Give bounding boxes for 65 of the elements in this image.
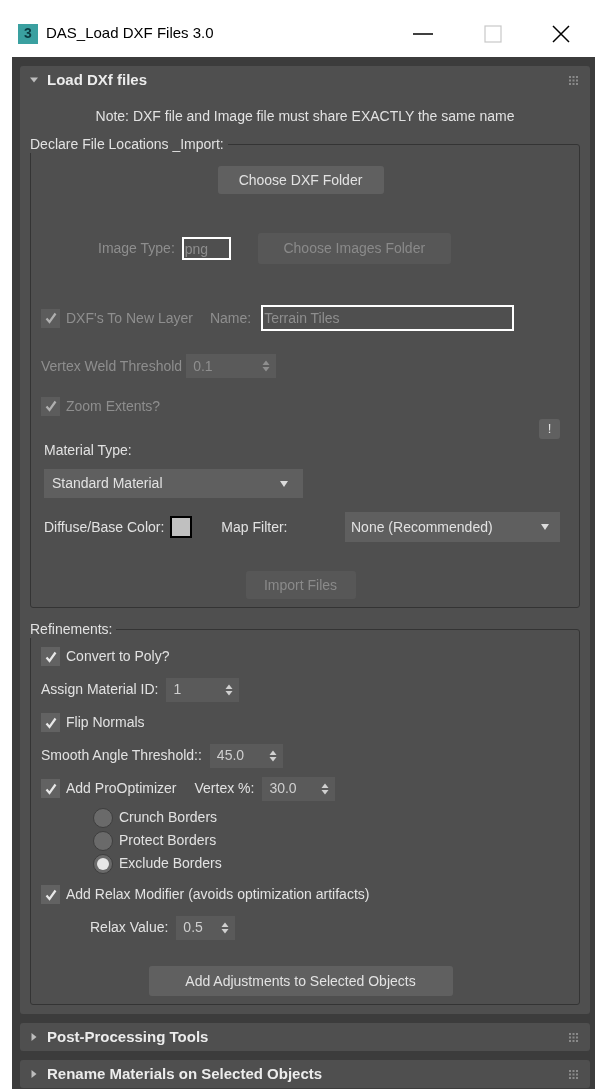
checkbox[interactable] bbox=[41, 885, 60, 904]
checkbox-label: Flip Normals bbox=[66, 713, 145, 732]
field-label: Vertex Weld Threshold bbox=[41, 356, 183, 376]
button[interactable]: Add Adjustments to Selected Objects bbox=[148, 966, 453, 996]
grip-icon[interactable] bbox=[569, 1032, 578, 1042]
grip-icon[interactable] bbox=[569, 1069, 578, 1079]
field-label: Vertex %: bbox=[194, 779, 255, 798]
spinner-field[interactable]: 0.5 bbox=[176, 915, 236, 940]
check-icon bbox=[44, 650, 57, 663]
checkbox[interactable] bbox=[41, 713, 60, 732]
rollout-title[interactable]: Load DXf files bbox=[47, 68, 147, 92]
checkbox-label: Add ProOptimizer bbox=[66, 779, 177, 798]
button[interactable]: Choose DXF Folder bbox=[217, 166, 384, 194]
close-icon[interactable] bbox=[551, 23, 571, 44]
check-icon bbox=[44, 888, 57, 901]
checkbox-label: Add Relax Modifier (avoids optimization artifacts) bbox=[66, 885, 370, 904]
caret-icon bbox=[279, 479, 289, 488]
radio-label: Protect Borders bbox=[119, 831, 217, 850]
field-label: Relax Value: bbox=[90, 918, 169, 937]
check-icon bbox=[44, 312, 57, 324]
checkbox-label: Convert to Poly? bbox=[66, 647, 170, 666]
image-type-field: png bbox=[181, 237, 231, 260]
window-title: DAS_Load DXF Files 3.0 bbox=[46, 23, 214, 44]
caret-icon bbox=[540, 523, 550, 531]
checkbox-label: Zoom Extents? bbox=[66, 396, 161, 416]
layer-name-field: Terrain Tiles bbox=[261, 305, 515, 331]
spinner-arrows-icon[interactable] bbox=[268, 749, 277, 762]
checkbox[interactable] bbox=[41, 647, 60, 666]
field-label: Name: bbox=[209, 308, 252, 328]
expand-arrow-icon[interactable] bbox=[30, 1033, 38, 1041]
spinner-field[interactable]: 30.0 bbox=[262, 776, 336, 801]
spinner-field[interactable]: 1 bbox=[166, 677, 240, 702]
field-label: Assign Material ID: bbox=[41, 680, 159, 699]
group-title: Declare File Locations _Import: bbox=[27, 135, 228, 153]
grip-icon[interactable] bbox=[569, 75, 578, 85]
field-label: Image Type: bbox=[98, 239, 175, 258]
expand-arrow-icon[interactable] bbox=[30, 1070, 38, 1078]
map-filter-dropdown[interactable]: None (Recommended) bbox=[345, 512, 560, 542]
field-label: Smooth Angle Threshold:: bbox=[41, 746, 202, 765]
field-label: Diffuse/Base Color: bbox=[44, 517, 165, 537]
spinner-field[interactable]: 45.0 bbox=[209, 743, 283, 768]
field-label: Material Type: bbox=[44, 441, 133, 459]
spinner-arrows-icon[interactable] bbox=[225, 683, 234, 696]
spinner-arrows-icon[interactable] bbox=[321, 782, 330, 795]
material-type-dropdown[interactable]: Standard Material bbox=[44, 469, 303, 498]
spinner-arrows-icon[interactable] bbox=[221, 921, 230, 934]
rollout-title[interactable]: Post-Processing Tools bbox=[47, 1025, 209, 1049]
radio-button[interactable] bbox=[93, 830, 113, 851]
note-text: Note: DXF file and Image file must share EXACTLY the same name bbox=[94, 107, 516, 125]
checkbox-label: DXF's To New Layer bbox=[66, 308, 193, 328]
checkbox[interactable] bbox=[41, 779, 60, 798]
rollout-title[interactable]: Rename Materials on Selected Objects bbox=[47, 1062, 323, 1086]
radio-label: Exclude Borders bbox=[119, 854, 222, 873]
radio-button[interactable] bbox=[93, 853, 113, 874]
group-title: Refinements: bbox=[27, 620, 117, 638]
color-swatch[interactable] bbox=[170, 516, 193, 538]
radio-label: Crunch Borders bbox=[119, 808, 218, 827]
field-label: Map Filter: bbox=[221, 517, 288, 537]
radio-button[interactable] bbox=[93, 807, 113, 828]
app-icon: 3 bbox=[18, 23, 38, 44]
check-icon bbox=[44, 400, 57, 412]
collapse-arrow-icon[interactable] bbox=[30, 76, 38, 84]
check-icon bbox=[44, 782, 57, 795]
check-icon bbox=[44, 716, 57, 729]
info-button[interactable]: ! bbox=[539, 419, 560, 439]
